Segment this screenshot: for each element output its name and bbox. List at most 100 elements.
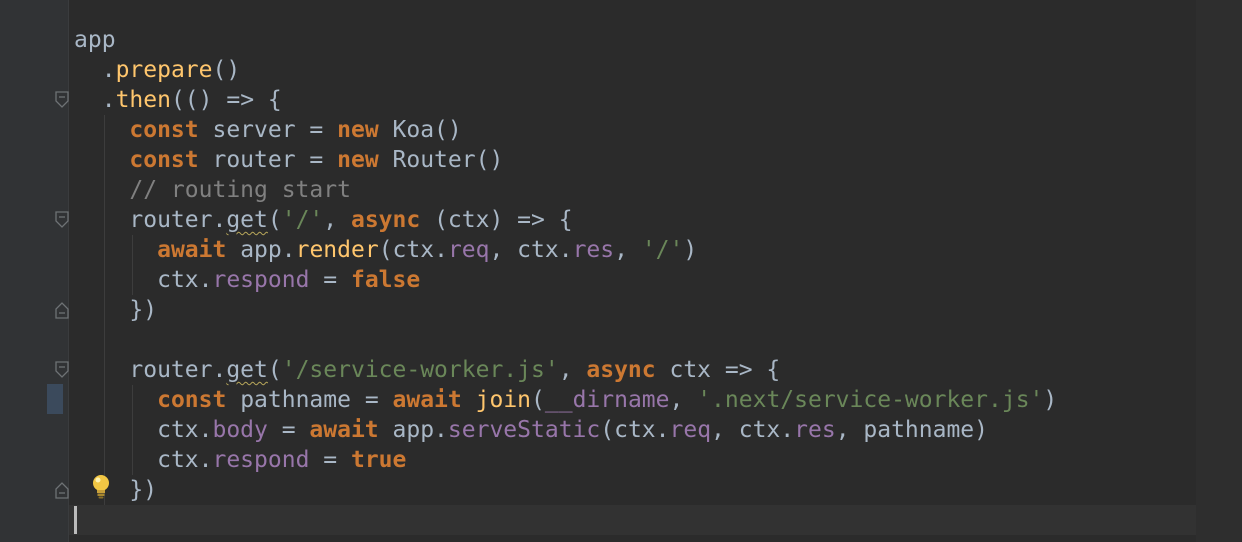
code-token: '/' bbox=[641, 237, 684, 263]
code-token: , pathname) bbox=[835, 417, 989, 443]
code-token: prepare bbox=[115, 57, 213, 83]
code-token: res bbox=[794, 417, 836, 443]
code-line[interactable]: const router = new Router() bbox=[74, 145, 503, 175]
fold-close-icon[interactable] bbox=[55, 301, 69, 319]
code-token: server = bbox=[198, 117, 338, 143]
code-token: __dirname bbox=[544, 387, 670, 413]
code-token: req bbox=[447, 237, 490, 263]
code-token: then bbox=[115, 87, 171, 113]
editor-scrollbar-area[interactable] bbox=[1196, 0, 1242, 542]
code-token: , ctx. bbox=[489, 237, 573, 263]
code-token: await bbox=[392, 387, 462, 413]
code-token: router = bbox=[198, 147, 338, 173]
code-token: req bbox=[669, 417, 712, 443]
code-token: app. bbox=[378, 417, 448, 443]
fold-open-icon[interactable] bbox=[55, 361, 69, 379]
code-token: router. bbox=[129, 357, 227, 383]
code-token: ctx. bbox=[157, 447, 213, 473]
code-token: = bbox=[309, 267, 351, 293]
code-line[interactable]: }) bbox=[74, 475, 157, 505]
code-token: ctx. bbox=[157, 267, 213, 293]
code-token: (ctx. bbox=[600, 417, 670, 443]
code-token: , ctx. bbox=[711, 417, 795, 443]
code-token: body bbox=[212, 417, 268, 443]
code-token: () bbox=[212, 57, 241, 83]
code-token: res bbox=[572, 237, 615, 263]
code-token: get bbox=[226, 357, 268, 383]
code-token: await bbox=[309, 417, 379, 443]
code-token: const bbox=[129, 117, 199, 143]
code-token: async bbox=[350, 207, 421, 233]
code-token: // routing start bbox=[129, 177, 351, 203]
code-token: new bbox=[337, 147, 379, 173]
code-line[interactable]: router.get('/service-worker.js', async c… bbox=[74, 355, 780, 385]
fold-close-icon[interactable] bbox=[55, 481, 69, 499]
code-token: '/' bbox=[281, 207, 324, 233]
code-token: (() => { bbox=[170, 87, 282, 113]
code-token: Router() bbox=[378, 147, 504, 173]
code-line[interactable]: ctx.respond = false bbox=[74, 265, 420, 295]
code-token: = bbox=[309, 447, 351, 473]
code-line[interactable]: .prepare() bbox=[74, 55, 241, 85]
code-token: }) bbox=[129, 297, 158, 323]
fold-open-icon[interactable] bbox=[55, 91, 69, 109]
code-token: respond bbox=[212, 267, 310, 293]
code-token: . bbox=[101, 87, 116, 113]
code-line[interactable]: await app.render(ctx.req, ctx.res, '/') bbox=[74, 235, 697, 265]
code-token: (ctx) => { bbox=[420, 207, 573, 233]
code-token: serveStatic bbox=[447, 417, 601, 443]
code-line[interactable]: ctx.body = await app.serveStatic(ctx.req… bbox=[74, 415, 988, 445]
code-token: app. bbox=[226, 237, 296, 263]
code-line[interactable]: // routing start bbox=[74, 175, 351, 205]
code-token: const bbox=[157, 387, 227, 413]
code-line[interactable]: ctx.respond = true bbox=[74, 445, 406, 475]
change-marker[interactable] bbox=[47, 384, 63, 414]
code-token: = bbox=[267, 417, 310, 443]
code-token: await bbox=[157, 237, 227, 263]
fold-open-icon[interactable] bbox=[55, 211, 69, 229]
line-gutter[interactable] bbox=[0, 0, 68, 542]
code-line[interactable]: app bbox=[74, 25, 116, 55]
code-token: ( bbox=[267, 207, 282, 233]
gutter-separator bbox=[68, 0, 69, 542]
text-caret bbox=[74, 506, 77, 534]
code-token: respond bbox=[212, 447, 310, 473]
code-token: '.next/service-worker.js' bbox=[697, 387, 1044, 413]
code-token: }) bbox=[129, 477, 158, 503]
code-token: async bbox=[586, 357, 656, 383]
code-token: ctx. bbox=[157, 417, 213, 443]
code-line[interactable]: }) bbox=[74, 295, 157, 325]
code-token: ( bbox=[531, 387, 545, 413]
code-token: pathname = bbox=[226, 387, 393, 413]
code-editor[interactable]: app .prepare() .then(() => { const serve… bbox=[0, 0, 1242, 542]
lightbulb-icon[interactable] bbox=[88, 472, 114, 502]
code-token: ( bbox=[267, 357, 282, 383]
code-line[interactable]: .then(() => { bbox=[74, 85, 282, 115]
code-token: router. bbox=[129, 207, 227, 233]
current-line-highlight bbox=[69, 505, 1242, 535]
code-line[interactable]: const server = new Koa() bbox=[74, 115, 462, 145]
code-token: '/service-worker.js' bbox=[281, 357, 559, 383]
code-line[interactable]: const pathname = await join(__dirname, '… bbox=[74, 385, 1057, 415]
code-token: (ctx. bbox=[378, 237, 448, 263]
code-token: true bbox=[350, 447, 407, 473]
code-token: ) bbox=[683, 237, 698, 263]
code-token: const bbox=[129, 147, 199, 173]
code-token: , bbox=[558, 357, 587, 383]
code-token: Koa() bbox=[378, 117, 462, 143]
code-line[interactable]: router.get('/', async (ctx) => { bbox=[74, 205, 573, 235]
